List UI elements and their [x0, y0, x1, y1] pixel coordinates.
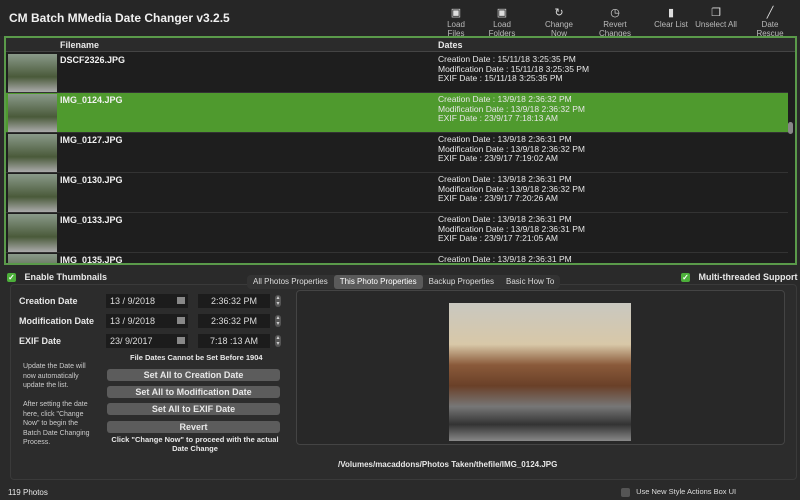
clear-list-button[interactable]: ▮ Clear List — [653, 6, 689, 29]
exif-date: EXIF Date : 23/9/17 7:19:02 AM — [438, 153, 559, 163]
calendar-icon[interactable] — [177, 317, 185, 324]
calendar-icon[interactable] — [177, 297, 185, 304]
photo-count: 119 Photos — [8, 488, 48, 497]
tab-backup-properties[interactable]: Backup Properties — [423, 275, 500, 289]
file-path: /Volumes/macaddons/Photos Taken/thefile/… — [338, 460, 558, 469]
field-label: Modification Date — [19, 316, 95, 326]
app-title: CM Batch MMedia Date Changer v3.2.5 — [9, 11, 230, 25]
table-row[interactable]: IMG_0130.JPG Creation Date : 13/9/18 2:3… — [6, 173, 788, 213]
photo-preview — [449, 303, 631, 441]
title-bar: CM Batch MMedia Date Changer v3.2.5 ▣ Loa… — [0, 0, 800, 38]
exif-date: EXIF Date : 23/9/17 7:20:26 AM — [438, 193, 559, 203]
filename: IMG_0133.JPG — [60, 215, 123, 225]
dates: Creation Date : 13/9/18 2:36:32 PM Modif… — [438, 94, 585, 124]
tab-all-photos-properties[interactable]: All Photos Properties — [247, 275, 334, 289]
label: Multi-threaded Support — [698, 272, 798, 282]
creation-date: Creation Date : 13/9/18 2:36:31 PM — [438, 254, 572, 264]
revert-button[interactable]: Revert — [107, 421, 280, 433]
time-input[interactable]: 2:36:32 PM — [198, 314, 270, 328]
note-change-now: After setting the date here, click "Chan… — [23, 401, 90, 446]
filename: IMG_0130.JPG — [60, 175, 123, 185]
set-all-exif-button[interactable]: Set All to EXIF Date — [107, 403, 280, 415]
set-all-creation-button[interactable]: Set All to Creation Date — [107, 369, 280, 381]
date-rescue-button[interactable]: ╱ Date Rescue — [747, 6, 793, 38]
filename: DSCF2326.JPG — [60, 55, 126, 65]
label: Clear List — [654, 20, 688, 29]
label: Enable Thumbnails — [24, 272, 108, 282]
date-input[interactable]: 13 / 9/2018 — [106, 314, 188, 328]
dates: Creation Date : 13/9/18 2:36:31 PM Modif… — [438, 214, 585, 244]
change-now-hint: Click "Change Now" to proceed with the a… — [111, 435, 279, 453]
table-row[interactable]: DSCF2326.JPG Creation Date : 15/11/18 3:… — [6, 53, 788, 93]
date-input[interactable]: 13 / 9/2018 — [106, 294, 188, 308]
time-input[interactable]: 2:36:32 PM — [198, 294, 270, 308]
exif-date: EXIF Date : 23/9/17 7:21:05 AM — [438, 233, 559, 243]
filename: IMG_0124.JPG — [60, 95, 123, 105]
set-all-modification-button[interactable]: Set All to Modification Date — [107, 386, 280, 398]
tab-this-photo-properties[interactable]: This Photo Properties — [333, 275, 423, 289]
time-input[interactable]: 7:18 :13 AM — [198, 334, 270, 348]
document-icon: ▮ — [667, 7, 675, 19]
copy-icon: ❐ — [711, 7, 721, 19]
time-stepper[interactable]: ▴ ▾ — [275, 335, 281, 347]
new-style-ui-checkbox[interactable]: Use New Style Actions Box UI — [621, 487, 736, 497]
exif-date: EXIF Date : 23/9/17 7:18:13 AM — [438, 113, 559, 123]
note-auto-update: Update the Date will now automatically u… — [23, 363, 86, 389]
checkbox-icon — [621, 487, 630, 497]
file-list[interactable]: Filename Dates DSCF2326.JPG Creation Dat… — [4, 36, 797, 265]
date-warning: File Dates Cannot be Set Before 1904 — [130, 353, 263, 362]
check-icon: ✓ — [681, 273, 690, 283]
list-header: Filename Dates — [6, 38, 795, 52]
enable-thumbnails-checkbox[interactable]: ✓ Enable Thumbnails — [7, 272, 108, 283]
table-row[interactable]: IMG_0127.JPG Creation Date : 13/9/18 2:3… — [6, 133, 788, 173]
column-filename[interactable]: Filename — [60, 40, 99, 50]
dates: Creation Date : 13/9/18 2:36:31 PM Modif… — [438, 174, 585, 204]
image-icon: ▣ — [450, 7, 462, 19]
label: Unselect All — [695, 20, 737, 29]
field-label: Creation Date — [19, 296, 78, 306]
refresh-icon: ↻ — [554, 7, 564, 19]
field-label: EXIF Date — [19, 336, 62, 346]
label: Use New Style Actions Box UI — [636, 487, 737, 496]
calendar-icon[interactable] — [177, 337, 185, 344]
thumbnail — [8, 94, 57, 132]
time-stepper[interactable]: ▴ ▾ — [275, 295, 281, 307]
date-input[interactable]: 23/ 9/2017 — [106, 334, 188, 348]
filename: IMG_0135.JPG — [60, 255, 123, 265]
clock-icon: ◷ — [610, 7, 620, 19]
scrollbar[interactable] — [788, 122, 793, 134]
folder-image-icon: ▣ — [496, 7, 508, 19]
thumbnail — [8, 54, 57, 92]
date-value: 23/ 9/2017 — [110, 336, 153, 346]
thumbnail — [8, 254, 57, 263]
dates: Creation Date : 13/9/18 2:36:31 PM Modif… — [438, 134, 585, 164]
change-now-button[interactable]: ↻ Change Now — [536, 6, 582, 38]
table-row[interactable]: IMG_0135.JPG Creation Date : 13/9/18 2:3… — [6, 253, 788, 265]
thumbnail — [8, 174, 57, 212]
load-folders-button[interactable]: ▣ Load Folders — [480, 6, 524, 38]
time-stepper[interactable]: ▴ ▾ — [275, 315, 281, 327]
dates: Creation Date : 15/11/18 3:25:35 PM Modi… — [438, 54, 589, 84]
thumbnail — [8, 134, 57, 172]
table-row[interactable]: IMG_0124.JPG Creation Date : 13/9/18 2:3… — [6, 93, 788, 133]
column-dates[interactable]: Dates — [438, 40, 463, 50]
check-icon: ✓ — [7, 273, 16, 283]
tab-bar: All Photos Properties This Photo Propert… — [247, 275, 561, 289]
tab-basic-how-to[interactable]: Basic How To — [500, 275, 560, 289]
date-value: 13 / 9/2018 — [110, 316, 156, 326]
load-files-button[interactable]: ▣ Load Files — [440, 6, 472, 38]
exif-date: EXIF Date : 15/11/18 3:25:35 PM — [438, 73, 563, 83]
brush-icon: ╱ — [766, 7, 774, 19]
revert-changes-button[interactable]: ◷ Revert Changes — [587, 6, 643, 38]
dates: Creation Date : 13/9/18 2:36:31 PM — [438, 254, 572, 264]
unselect-all-button[interactable]: ❐ Unselect All — [694, 6, 738, 29]
thumbnail — [8, 214, 57, 252]
filename: IMG_0127.JPG — [60, 135, 123, 145]
date-value: 13 / 9/2018 — [110, 296, 156, 306]
table-row[interactable]: IMG_0133.JPG Creation Date : 13/9/18 2:3… — [6, 213, 788, 253]
multithreaded-checkbox[interactable]: ✓ Multi-threaded Support — [681, 272, 798, 283]
